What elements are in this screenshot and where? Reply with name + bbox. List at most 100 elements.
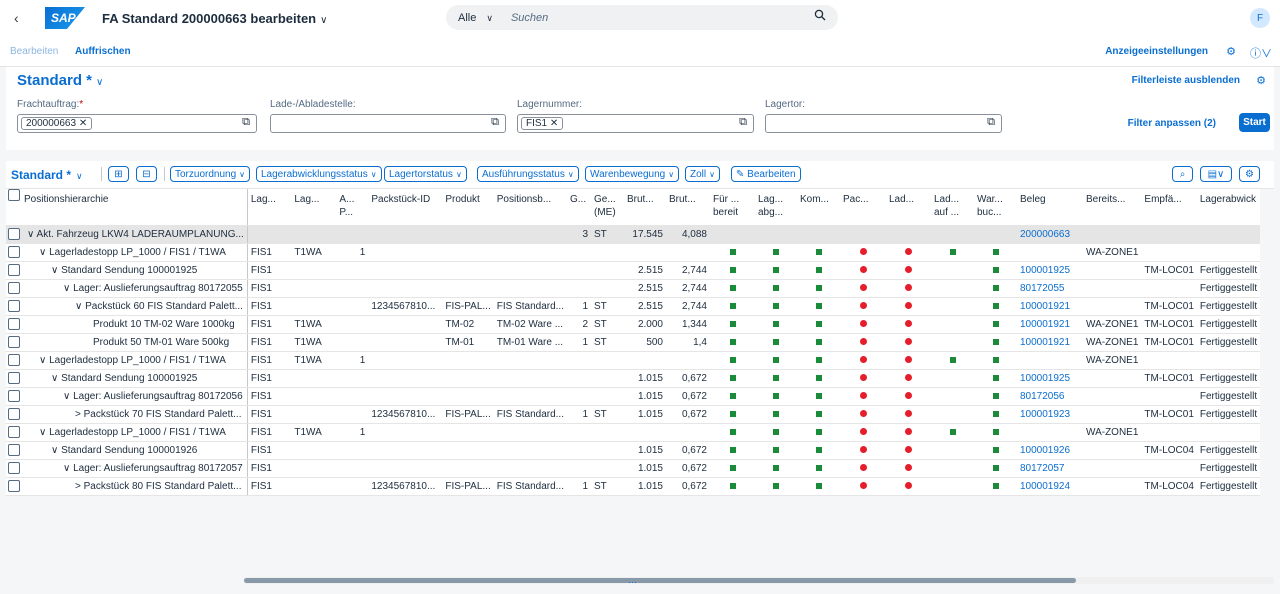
sap-logo[interactable]: SAP bbox=[45, 7, 85, 29]
search-scope-select[interactable]: Alle ∨ bbox=[458, 12, 493, 24]
checkbox[interactable] bbox=[7, 189, 20, 202]
document-link[interactable] bbox=[1017, 243, 1083, 262]
document-link[interactable]: 80172056 bbox=[1017, 387, 1083, 406]
column-header[interactable]: War... buc... bbox=[974, 189, 1017, 226]
document-link[interactable]: 100001925 bbox=[1017, 369, 1083, 388]
hierarchy-cell[interactable]: Produkt 10 TM-02 Ware 1000kg bbox=[21, 315, 248, 334]
table-row[interactable]: ∨ Lager: Auslieferungsauftrag 80172055 FI… bbox=[6, 279, 1261, 298]
column-header[interactable]: Lag... bbox=[247, 189, 292, 226]
document-link[interactable]: 100001925 bbox=[1017, 261, 1083, 280]
collapse-all-icon[interactable]: ⊟ bbox=[136, 166, 157, 182]
value-help-icon[interactable]: ⧉ bbox=[242, 116, 250, 129]
adapt-filters-button[interactable]: Filter anpassen (2) bbox=[1128, 118, 1216, 129]
checkbox[interactable] bbox=[7, 263, 20, 276]
checkbox[interactable] bbox=[7, 389, 20, 402]
hierarchy-cell[interactable]: ∨ Standard Sendung 100001926 bbox=[21, 441, 248, 460]
checkbox[interactable] bbox=[7, 245, 20, 258]
column-header[interactable]: Positionshierarchie bbox=[21, 189, 248, 226]
expand-all-icon[interactable]: ⊞ bbox=[108, 166, 129, 182]
checkbox[interactable] bbox=[7, 317, 20, 330]
column-header[interactable]: Packstück-ID bbox=[368, 189, 443, 226]
close-icon[interactable]: ✕ bbox=[79, 118, 87, 129]
hierarchy-cell[interactable]: ∨ Akt. Fahrzeug LKW4 LADERAUMPLANUNG... bbox=[21, 225, 248, 244]
hierarchy-cell[interactable]: > Packstück 80 FIS Standard Palett... bbox=[21, 477, 248, 496]
document-link[interactable]: 80172055 bbox=[1017, 279, 1083, 298]
checkbox[interactable] bbox=[7, 353, 20, 366]
table-row[interactable]: ∨ Standard Sendung 100001926 FIS1 1.015 0,6… bbox=[6, 441, 1261, 460]
search-field[interactable]: Alle ∨ Suchen bbox=[446, 5, 838, 30]
value-help-icon[interactable]: ⧉ bbox=[491, 116, 499, 129]
hierarchy-cell[interactable]: ∨ Lager: Auslieferungsauftrag 80172056 bbox=[21, 387, 248, 406]
export-icon[interactable]: ▤∨ bbox=[1200, 166, 1232, 182]
document-link[interactable]: 200000663 bbox=[1017, 225, 1083, 244]
table-row[interactable]: ∨ Packstück 60 FIS Standard Palett... FIS… bbox=[6, 297, 1261, 316]
value-help-icon[interactable]: ⧉ bbox=[987, 116, 995, 129]
column-header[interactable]: Brut... bbox=[666, 189, 710, 226]
hierarchy-cell[interactable]: ∨ Lagerladestopp LP_1000 / FIS1 / T1WA bbox=[21, 351, 248, 370]
document-link[interactable]: 100001926 bbox=[1017, 441, 1083, 460]
checkbox[interactable] bbox=[7, 425, 20, 438]
column-header[interactable]: Bereits... bbox=[1083, 189, 1142, 226]
hierarchy-cell[interactable]: ∨ Lagerladestopp LP_1000 / FIS1 / T1WA bbox=[21, 423, 248, 442]
token[interactable]: FIS1 ✕ bbox=[521, 117, 564, 130]
search-input[interactable]: Suchen bbox=[511, 12, 548, 24]
back-button[interactable]: ‹ bbox=[14, 10, 28, 26]
table-row[interactable]: ∨ Lagerladestopp LP_1000 / FIS1 / T1WA FI… bbox=[6, 351, 1261, 370]
search-icon[interactable] bbox=[814, 9, 826, 24]
checkbox[interactable] bbox=[7, 407, 20, 420]
table-row[interactable]: ∨ Lagerladestopp LP_1000 / FIS1 / T1WA FI… bbox=[6, 243, 1261, 262]
checkbox[interactable] bbox=[7, 371, 20, 384]
column-header[interactable]: Lagerabwick bbox=[1196, 189, 1261, 226]
document-link[interactable] bbox=[1017, 423, 1083, 442]
column-header[interactable]: Kom... bbox=[797, 189, 840, 226]
document-link[interactable]: 100001924 bbox=[1017, 477, 1083, 496]
gate-input[interactable]: ⧉ bbox=[765, 114, 1002, 133]
table-row[interactable]: ∨ Akt. Fahrzeug LKW4 LADERAUMPLANUNG... 3… bbox=[6, 225, 1261, 244]
goods-movement-menu[interactable]: Warenbewegung ∨ bbox=[585, 166, 680, 182]
close-icon[interactable]: ✕ bbox=[550, 118, 558, 129]
column-header[interactable]: Empfä... bbox=[1141, 189, 1197, 226]
column-header[interactable]: Lad... auf ... bbox=[931, 189, 974, 226]
start-button[interactable]: Start bbox=[1239, 113, 1270, 132]
hierarchy-cell[interactable]: ∨ Standard Sendung 100001925 bbox=[21, 261, 248, 280]
hierarchy-cell[interactable]: ∨ Standard Sendung 100001925 bbox=[21, 369, 248, 388]
search-icon[interactable]: ⌕ bbox=[1172, 166, 1193, 182]
column-header[interactable]: G... bbox=[567, 189, 591, 226]
variant-selector[interactable]: Standard * ∨ bbox=[17, 72, 103, 89]
hierarchy-cell[interactable]: Produkt 50 TM-01 Ware 500kg bbox=[21, 333, 248, 352]
column-header[interactable]: Für ... bereit bbox=[710, 189, 755, 226]
column-header[interactable]: Positionsb... bbox=[493, 189, 567, 226]
column-header[interactable]: Lad... bbox=[886, 189, 931, 226]
column-header[interactable]: Pac... bbox=[840, 189, 886, 226]
gear-icon[interactable]: ⚙ bbox=[1256, 74, 1266, 87]
help-icon[interactable]: ⓘ∨ bbox=[1250, 45, 1272, 61]
table-row[interactable]: > Packstück 70 FIS Standard Palett... FIS… bbox=[6, 405, 1261, 424]
document-link[interactable]: 100001921 bbox=[1017, 333, 1083, 352]
hierarchy-cell[interactable]: ∨ Packstück 60 FIS Standard Palett... bbox=[21, 297, 248, 316]
avatar[interactable]: F bbox=[1250, 8, 1270, 28]
checkbox[interactable] bbox=[7, 299, 20, 312]
hierarchy-cell[interactable]: ∨ Lager: Auslieferungsauftrag 80172055 bbox=[21, 279, 248, 298]
column-header[interactable]: Produkt bbox=[442, 189, 494, 226]
column-header[interactable]: Brut... bbox=[624, 189, 666, 226]
refresh-button[interactable]: Auffrischen bbox=[75, 46, 131, 57]
execution-status-menu[interactable]: Ausführungsstatus ∨ bbox=[477, 166, 579, 182]
token[interactable]: 200000663 ✕ bbox=[21, 117, 93, 130]
hierarchy-cell[interactable]: ∨ Lagerladestopp LP_1000 / FIS1 / T1WA bbox=[21, 243, 248, 262]
column-header[interactable]: Lag... abg... bbox=[755, 189, 797, 226]
customs-menu[interactable]: Zoll ∨ bbox=[685, 166, 720, 182]
column-header[interactable]: Beleg bbox=[1017, 189, 1083, 226]
gate-assignment-menu[interactable]: Torzuordnung ∨ bbox=[170, 166, 251, 182]
gear-icon[interactable]: ⚙ bbox=[1226, 45, 1236, 58]
gear-icon[interactable]: ⚙ bbox=[1239, 166, 1260, 182]
app-title[interactable]: FA Standard 200000663 bearbeiten ∨ bbox=[102, 11, 327, 26]
hierarchy-cell[interactable]: > Packstück 70 FIS Standard Palett... bbox=[21, 405, 248, 424]
table-row[interactable]: Produkt 50 TM-01 Ware 500kg FIS1 T1WA TM-01… bbox=[6, 333, 1261, 352]
document-link[interactable] bbox=[1017, 351, 1083, 370]
column-header[interactable]: A... P... bbox=[336, 189, 369, 226]
document-link[interactable]: 100001921 bbox=[1017, 315, 1083, 334]
gate-status-menu[interactable]: Lagertorstatus ∨ bbox=[384, 166, 467, 182]
hierarchy-cell[interactable]: ∨ Lager: Auslieferungsauftrag 80172057 bbox=[21, 459, 248, 478]
checkbox[interactable] bbox=[7, 479, 20, 492]
table-row[interactable]: ∨ Standard Sendung 100001925 FIS1 1.015 0,6… bbox=[6, 369, 1261, 388]
